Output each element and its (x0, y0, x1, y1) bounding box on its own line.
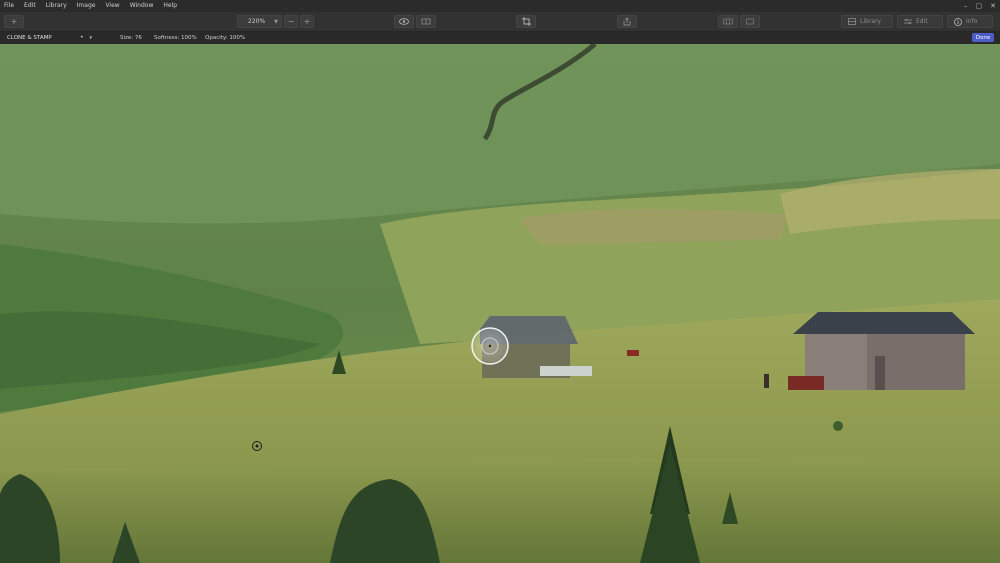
menu-library[interactable]: Library (46, 0, 67, 12)
single-image-icon (746, 18, 754, 25)
eye-icon (399, 18, 409, 25)
crop-icon (521, 17, 531, 26)
chevron-down-icon: ▼ (274, 19, 278, 25)
tool-options-bar: CLONE & STAMP • ▾ Size: 76 Softness: 100… (0, 32, 1000, 44)
sliders-icon (904, 19, 912, 24)
menu-bar: File Edit Library Image View Window Help… (0, 0, 1000, 12)
menu-edit[interactable]: Edit (24, 0, 36, 12)
softness-setting[interactable]: Softness: 100% (154, 35, 197, 41)
edit-tab[interactable]: Edit (897, 15, 943, 28)
share-icon (623, 17, 631, 26)
minimize-button[interactable]: – (964, 2, 968, 10)
info-tab-label: Info (966, 18, 978, 25)
library-tab-label: Library (860, 18, 881, 25)
close-button[interactable]: ✕ (990, 2, 996, 10)
zoom-out-button[interactable]: − (284, 15, 298, 28)
window-controls: – ▢ ✕ (964, 0, 996, 12)
size-setting[interactable]: Size: 76 (120, 35, 142, 41)
menu-file[interactable]: File (4, 0, 14, 12)
minus-icon: − (287, 17, 295, 26)
zoom-value: 220% (248, 18, 266, 25)
info-icon (954, 17, 962, 26)
main-toolbar: + 220% ▼ − + Library Edit Info (0, 12, 1000, 32)
menu-view[interactable]: View (105, 0, 119, 12)
crop-button[interactable] (516, 15, 536, 28)
library-icon (848, 18, 856, 25)
done-button[interactable]: Done (972, 33, 994, 42)
filmstrip-icon (723, 18, 733, 25)
menu-help[interactable]: Help (163, 0, 177, 12)
opacity-setting[interactable]: Opacity: 100% (205, 35, 245, 41)
split-view-icon (421, 18, 431, 25)
add-button[interactable]: + (4, 15, 24, 28)
image-canvas[interactable] (0, 44, 1000, 563)
chevron-down-icon: ▾ (89, 35, 92, 41)
tool-options-menu[interactable]: • ▾ (80, 34, 92, 41)
grid-view-button[interactable] (718, 15, 738, 28)
library-tab[interactable]: Library (841, 15, 893, 28)
hut-right (788, 312, 975, 390)
info-tab[interactable]: Info (947, 15, 993, 28)
plus-icon: + (303, 17, 311, 26)
landscape-photo (0, 44, 1000, 563)
zoom-select[interactable]: 220% ▼ (237, 15, 282, 28)
zoom-in-button[interactable]: + (300, 15, 314, 28)
maximize-button[interactable]: ▢ (976, 2, 983, 10)
share-button[interactable] (617, 15, 637, 28)
menu-window[interactable]: Window (130, 0, 154, 12)
compare-button[interactable] (416, 15, 436, 28)
tool-name: CLONE & STAMP (7, 35, 52, 41)
preview-button[interactable] (394, 15, 414, 28)
dot-icon: • (80, 34, 84, 41)
single-view-button[interactable] (740, 15, 760, 28)
plus-icon: + (10, 17, 18, 26)
menu-image[interactable]: Image (77, 0, 96, 12)
edit-tab-label: Edit (916, 18, 928, 25)
